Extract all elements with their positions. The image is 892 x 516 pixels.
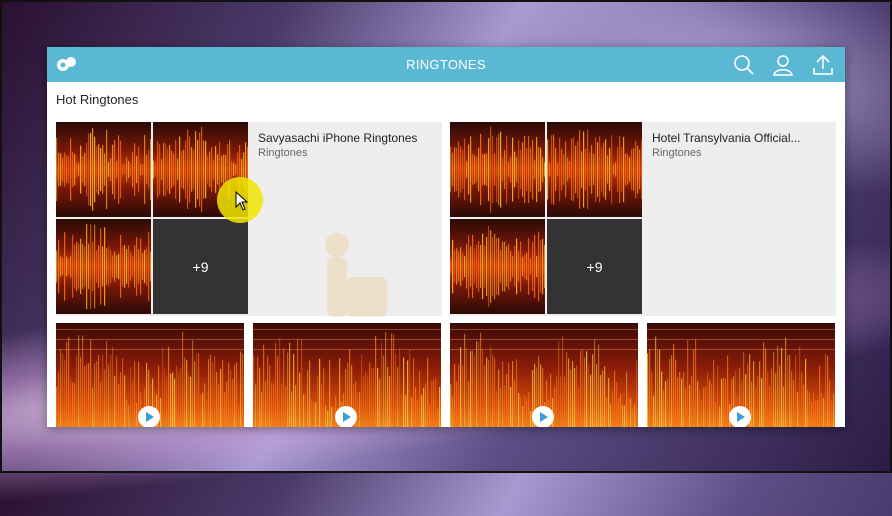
ringtone-tile[interactable] <box>647 323 835 427</box>
logo-icon[interactable] <box>56 56 78 72</box>
play-button[interactable] <box>138 406 160 427</box>
search-icon[interactable] <box>733 54 755 76</box>
app-header: RINGTONES <box>47 47 845 82</box>
album-name[interactable]: Hotel Transylvania Official... <box>652 131 801 145</box>
play-icon <box>737 412 745 422</box>
play-button[interactable] <box>532 406 554 427</box>
album-category: Ringtones <box>258 147 308 159</box>
section-title: Hot Ringtones <box>56 92 139 107</box>
play-icon <box>540 412 548 422</box>
play-icon <box>146 412 154 422</box>
album-thumbnail[interactable] <box>56 219 151 314</box>
play-button[interactable] <box>729 406 751 427</box>
album-thumbnail[interactable] <box>450 122 545 217</box>
upload-icon[interactable] <box>812 54 834 76</box>
album-thumbnail[interactable] <box>547 122 642 217</box>
app-window: RINGTONES Hot Ringtones +9 Savyasachi iP… <box>47 47 845 427</box>
album-thumbnail[interactable] <box>56 122 151 217</box>
page-title: RINGTONES <box>406 57 486 72</box>
ringtone-tile[interactable] <box>56 323 244 427</box>
ringtone-tile[interactable] <box>253 323 441 427</box>
user-icon[interactable] <box>772 54 794 76</box>
mouse-cursor-icon <box>235 191 249 211</box>
album-card[interactable]: +9 Hotel Transylvania Official... Ringto… <box>450 122 836 316</box>
ringtone-tile[interactable] <box>450 323 638 427</box>
album-category: Ringtones <box>652 147 702 159</box>
more-count-tile[interactable]: +9 <box>153 219 248 314</box>
play-button[interactable] <box>335 406 357 427</box>
album-name[interactable]: Savyasachi iPhone Ringtones <box>258 131 417 145</box>
play-icon <box>343 412 351 422</box>
more-count-tile[interactable]: +9 <box>547 219 642 314</box>
watermark-logo <box>325 233 387 317</box>
